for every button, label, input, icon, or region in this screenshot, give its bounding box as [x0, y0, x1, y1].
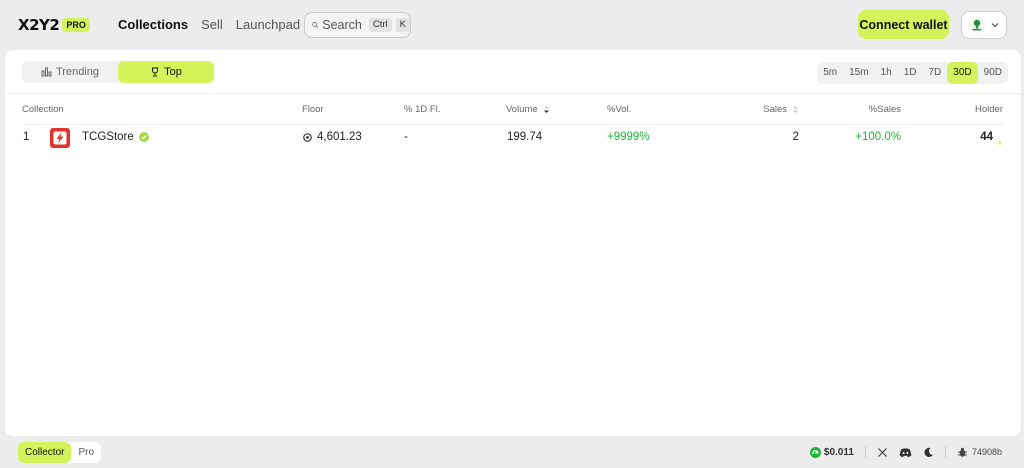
range-5m[interactable]: 5m — [817, 62, 843, 84]
kbd-k: K — [395, 18, 410, 32]
range-30d[interactable]: 30D — [947, 62, 978, 84]
nav-sell[interactable]: Sell — [201, 17, 223, 32]
chevron-down-icon — [991, 23, 999, 28]
col-collection-label: Collection — [22, 104, 64, 115]
nav-collections[interactable]: Collections — [118, 17, 188, 32]
pct-floor-value: - — [404, 131, 408, 143]
col-collection: Collection — [22, 104, 64, 115]
chain-selector[interactable] — [961, 11, 1007, 39]
logo-wordmark: X2Y2 — [18, 16, 60, 34]
token-price-value: $0.011 — [823, 446, 854, 458]
trophy-icon — [152, 67, 159, 77]
pct-vol-value: +9999% — [607, 131, 650, 143]
col-holder[interactable]: Holder — [975, 104, 1003, 115]
col-pct-sales[interactable]: %Sales — [869, 104, 901, 115]
tab-trending[interactable]: Trending — [22, 61, 118, 83]
time-range-selector: 5m 15m 1h 1D 7D 30D 90D — [817, 62, 1008, 84]
floor-value: 4,601.23 — [317, 131, 362, 143]
col-pct-floor-label: % 1D Fl. — [404, 104, 441, 115]
holder-value: 44 — [980, 131, 993, 143]
holder-distribution-bar — [999, 134, 1001, 145]
tab-top[interactable]: Top — [118, 61, 214, 83]
build-hash: 74908b — [971, 447, 1002, 457]
floor-cell: 4,601.23 — [303, 131, 362, 143]
row-rank: 1 — [23, 131, 30, 143]
footer-status: $0.011 74908b — [809, 446, 1002, 458]
x-twitter-icon[interactable] — [877, 447, 888, 458]
verified-icon — [138, 132, 149, 142]
col-volume[interactable]: Volume — [506, 104, 550, 115]
range-7d[interactable]: 7D — [922, 62, 947, 84]
mode-collector[interactable]: Collector — [18, 442, 72, 463]
pct-sales-value: +100.0% — [855, 131, 901, 143]
range-15m[interactable]: 15m — [843, 62, 874, 84]
top-bar: X2Y2 PRO Collections Sell Launchpad Sear… — [0, 0, 1024, 50]
search-icon — [312, 22, 319, 28]
search-label: Search — [322, 18, 362, 32]
col-sales-label: Sales — [763, 104, 787, 115]
main-nav: Collections Sell Launchpad — [118, 17, 300, 32]
tab-trending-label: Trending — [55, 66, 99, 78]
col-pct-vol-label: %Vol. — [607, 104, 632, 115]
mode-toggle: Collector Pro — [18, 442, 102, 463]
chain-icon — [968, 16, 986, 34]
bug-icon — [957, 447, 967, 457]
token-price[interactable]: $0.011 — [809, 446, 854, 458]
chart-icon — [41, 67, 52, 77]
col-pct-floor[interactable]: % 1D Fl. — [404, 104, 440, 115]
col-sales[interactable]: Sales — [763, 104, 799, 115]
collection-logo — [50, 128, 70, 148]
header-divider — [22, 124, 1004, 125]
col-floor-label: Floor — [302, 104, 324, 115]
ape-coin-icon — [303, 132, 312, 142]
gas-icon — [809, 446, 821, 458]
logo[interactable]: X2Y2 PRO — [18, 16, 90, 34]
moon-icon[interactable] — [923, 447, 934, 458]
collections-panel: Trending Top 5m 15m 1h 1D 7D 30D 90D Col… — [5, 50, 1021, 436]
collection-name-cell[interactable]: TCGStore — [82, 131, 149, 143]
mode-pro[interactable]: Pro — [71, 442, 101, 463]
pro-badge: PRO — [62, 18, 90, 32]
range-1d[interactable]: 1D — [898, 62, 923, 84]
separator — [944, 446, 946, 458]
divider — [5, 93, 1021, 94]
sales-value: 2 — [792, 131, 799, 143]
build-version: 74908b — [957, 447, 1002, 458]
search-box[interactable]: Search Ctrl K — [304, 12, 411, 38]
collection-name: TCGStore — [82, 131, 134, 143]
col-floor[interactable]: Floor — [302, 104, 324, 115]
sort-desc-icon — [543, 106, 549, 113]
sort-icon — [793, 106, 798, 113]
volume-value: 199.74 — [507, 131, 543, 143]
col-holder-label: Holder — [975, 104, 1003, 115]
discord-icon[interactable] — [899, 447, 912, 458]
col-pct-sales-label: %Sales — [868, 104, 901, 115]
col-volume-label: Volume — [506, 104, 538, 115]
tab-top-label: Top — [164, 66, 182, 78]
range-1h[interactable]: 1h — [875, 62, 898, 84]
holder-bar-fill — [999, 140, 1001, 145]
nav-launchpad[interactable]: Launchpad — [236, 17, 300, 32]
separator — [864, 446, 866, 458]
kbd-ctrl: Ctrl — [368, 18, 392, 32]
range-90d[interactable]: 90D — [978, 62, 1008, 84]
ranking-tabs: Trending Top — [22, 61, 214, 83]
col-pct-vol[interactable]: %Vol. — [607, 104, 631, 115]
connect-wallet-button[interactable]: Connect wallet — [858, 10, 949, 39]
